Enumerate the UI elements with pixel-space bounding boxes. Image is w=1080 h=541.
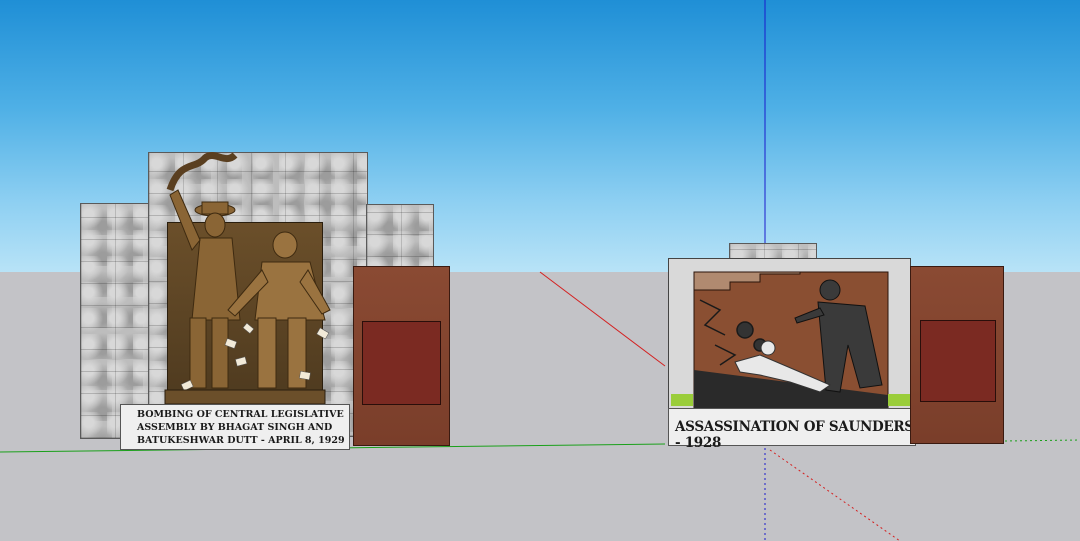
modeling-viewport[interactable]: BOMBING OF CENTRAL LEGISLATIVE ASSEMBLY …	[0, 0, 1080, 541]
relief-green-right	[888, 394, 910, 406]
right-inscription-text: ASSASSINATION OF SAUNDERS - 1928	[675, 419, 914, 451]
relief-green-left	[671, 394, 693, 406]
right-inscription-plaque: ASSASSINATION OF SAUNDERS - 1928	[668, 408, 916, 451]
right-brown-inset	[920, 320, 996, 402]
right-brown-panel	[910, 266, 1004, 444]
